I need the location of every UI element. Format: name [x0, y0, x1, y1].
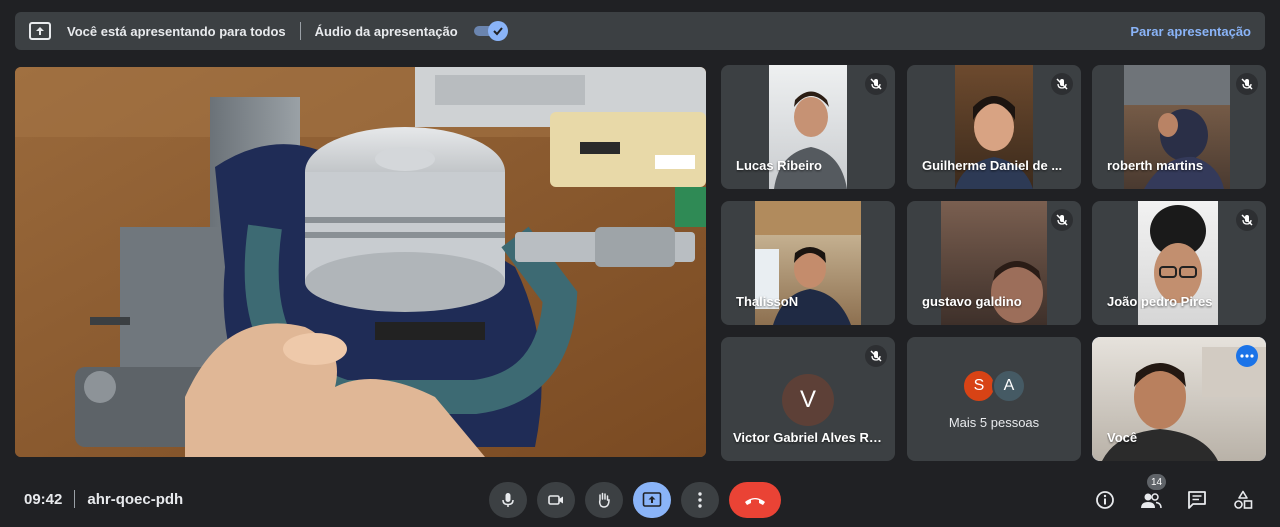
hang-up-icon	[745, 498, 765, 505]
more-participants-label: Mais 5 pessoas	[948, 414, 1040, 430]
hand-icon	[598, 492, 610, 508]
participant-name: Victor Gabriel Alves Ri...	[733, 430, 883, 445]
muted-mic-icon	[1236, 73, 1258, 95]
meeting-code: ahr-qoec-pdh	[87, 490, 184, 508]
participant-tile-victor[interactable]: V Victor Gabriel Alves Ri...	[721, 337, 895, 461]
present-now-button[interactable]	[633, 482, 671, 518]
side-panel-controls: 14	[1093, 474, 1255, 512]
call-controls	[489, 482, 781, 518]
participant-avatar-s: S	[962, 368, 996, 403]
meeting-details-button[interactable]	[1093, 488, 1117, 512]
participant-avatar-a: A	[992, 368, 1026, 403]
banner-divider	[299, 22, 301, 40]
self-name: Você	[1107, 430, 1138, 445]
shared-screen-video	[15, 67, 706, 457]
camera-button[interactable]	[537, 482, 575, 518]
shared-screen-image	[15, 67, 706, 457]
chat-button[interactable]	[1185, 488, 1209, 512]
participant-tile-lucas[interactable]: Lucas Ribeiro	[721, 65, 895, 189]
people-icon	[1141, 493, 1162, 509]
muted-mic-icon	[865, 73, 887, 95]
activities-button[interactable]	[1231, 488, 1255, 512]
present-screen-icon	[642, 492, 662, 507]
participant-tile-thalisson[interactable]: ThalissoN	[721, 201, 895, 325]
presentation-audio-label: Áudio da apresentação	[314, 23, 458, 39]
participant-tile-guilherme[interactable]: Guilherme Daniel de ...	[907, 65, 1081, 189]
present-screen-icon	[29, 22, 51, 40]
people-button[interactable]: 14	[1139, 474, 1167, 512]
camera-icon	[548, 495, 563, 505]
more-participants-tile[interactable]: S A Mais 5 pessoas	[907, 337, 1081, 461]
meet-window: Você está apresentando para todos Áudio …	[0, 0, 1280, 527]
meeting-info: 09:42 ahr-qoec-pdh	[24, 490, 183, 508]
bottom-toolbar: 09:42 ahr-qoec-pdh 14	[0, 470, 1280, 527]
stop-presenting-button[interactable]: Parar apresentação	[1130, 24, 1251, 39]
muted-mic-icon	[1236, 209, 1258, 231]
presenting-message: Você está apresentando para todos	[67, 23, 286, 39]
leave-call-button[interactable]	[729, 482, 781, 518]
muted-mic-icon	[1051, 73, 1073, 95]
raise-hand-button[interactable]	[585, 482, 623, 518]
more-participants-avatars: S A	[962, 368, 1026, 403]
participant-name: João pedro Pires	[1107, 294, 1213, 309]
participant-tile-roberth[interactable]: roberth martins	[1092, 65, 1266, 189]
participant-tile-joao[interactable]: João pedro Pires	[1092, 201, 1266, 325]
participant-count-badge: 14	[1147, 474, 1167, 490]
toggle-check-icon	[487, 21, 508, 41]
info-icon	[1096, 491, 1114, 509]
participant-name: gustavo galdino	[922, 294, 1022, 309]
more-options-button[interactable]	[681, 482, 719, 518]
presenting-banner: Você está apresentando para todos Áudio …	[15, 12, 1265, 50]
muted-mic-icon	[1051, 209, 1073, 231]
more-options-icon[interactable]	[1236, 345, 1258, 367]
vertical-dots-icon	[698, 492, 702, 508]
info-divider	[74, 490, 76, 508]
microphone-icon	[502, 493, 514, 507]
microphone-button[interactable]	[489, 482, 527, 518]
chat-icon	[1188, 491, 1206, 509]
participant-name: roberth martins	[1107, 158, 1204, 173]
self-view-tile[interactable]: Você	[1092, 337, 1266, 461]
participant-tile-gustavo[interactable]: gustavo galdino	[907, 201, 1081, 325]
participant-name: ThalissoN	[736, 294, 799, 309]
activities-shapes-icon	[1234, 490, 1253, 509]
participant-avatar: V	[782, 374, 834, 426]
participant-name: Guilherme Daniel de ...	[922, 158, 1063, 173]
clock-time: 09:42	[24, 490, 63, 508]
presentation-audio-toggle[interactable]	[472, 21, 508, 41]
muted-mic-icon	[865, 345, 887, 367]
participant-name: Lucas Ribeiro	[736, 158, 822, 173]
